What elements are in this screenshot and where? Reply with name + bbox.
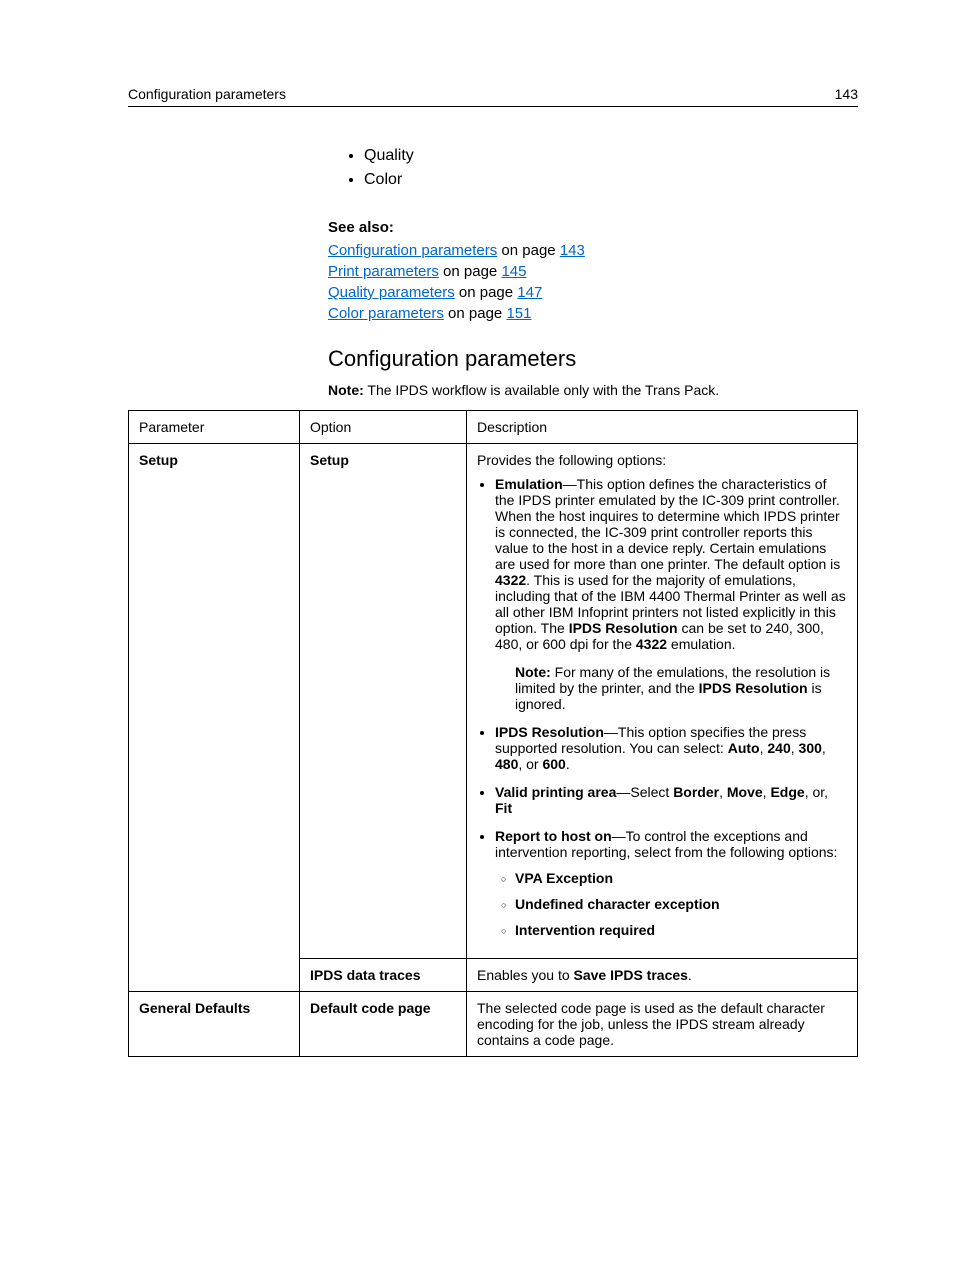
link-page-145[interactable]: 145 bbox=[501, 263, 526, 280]
emulation-ipds-res: IPDS Resolution bbox=[569, 620, 678, 636]
emulation-4322: 4322 bbox=[495, 572, 526, 588]
see-also-connector: on page bbox=[444, 305, 507, 322]
cell-desc-ipds-traces: Enables you to Save IPDS traces. bbox=[467, 959, 858, 992]
table-row-setup: Setup Setup Provides the following optio… bbox=[129, 444, 858, 959]
valid-label: Valid printing area bbox=[495, 784, 616, 800]
th-parameter: Parameter bbox=[129, 411, 300, 444]
section-title: Configuration parameters bbox=[328, 346, 858, 372]
ipdsres-or: , or bbox=[518, 756, 542, 772]
item-report-to-host: Report to host on—To control the excepti… bbox=[495, 828, 847, 938]
table-row-general-defaults: General Defaults Default code page The s… bbox=[129, 992, 858, 1057]
link-quality-parameters[interactable]: Quality parameters bbox=[328, 284, 455, 301]
see-also-line-4: Color parameters on page 151 bbox=[328, 305, 858, 322]
sub-vpa-label: VPA Exception bbox=[515, 870, 613, 886]
cell-desc-default-code-page: The selected code page is used as the de… bbox=[467, 992, 858, 1057]
link-print-parameters[interactable]: Print parameters bbox=[328, 263, 439, 280]
valid-or: , or, bbox=[805, 784, 828, 800]
ipds-traces-text-2: . bbox=[688, 967, 692, 983]
link-configuration-parameters[interactable]: Configuration parameters bbox=[328, 242, 497, 259]
link-color-parameters[interactable]: Color parameters bbox=[328, 305, 444, 322]
item-ipds-resolution: IPDS Resolution—This option specifies th… bbox=[495, 724, 847, 772]
ipdsres-240: 240 bbox=[767, 740, 790, 756]
valid-fit: Fit bbox=[495, 800, 512, 816]
see-also-line-1: Configuration parameters on page 143 bbox=[328, 242, 858, 259]
bullet-quality: Quality bbox=[364, 147, 858, 165]
ipdsres-sep3: , bbox=[822, 740, 826, 756]
top-content: Quality Color See also: Configuration pa… bbox=[328, 147, 858, 398]
setup-options-list: Emulation—This option defines the charac… bbox=[477, 476, 847, 938]
ipdsres-label: IPDS Resolution bbox=[495, 724, 604, 740]
valid-text-1: —Select bbox=[616, 784, 673, 800]
ipdsres-600: 600 bbox=[542, 756, 565, 772]
th-description: Description bbox=[467, 411, 858, 444]
item-valid-printing-area: Valid printing area—Select Border, Move,… bbox=[495, 784, 847, 816]
link-page-147[interactable]: 147 bbox=[517, 284, 542, 301]
cell-option-setup: Setup bbox=[300, 444, 467, 959]
sub-undef-label: Undefined character exception bbox=[515, 896, 720, 912]
emulation-note: Note: For many of the emulations, the re… bbox=[515, 664, 847, 712]
ipds-traces-bold: Save IPDS traces bbox=[574, 967, 688, 983]
link-page-143[interactable]: 143 bbox=[560, 242, 585, 259]
cell-option-ipds-traces: IPDS data traces bbox=[300, 959, 467, 992]
ipdsres-sep2: , bbox=[791, 740, 799, 756]
header-title: Configuration parameters bbox=[128, 86, 286, 102]
emulation-label: Emulation bbox=[495, 476, 563, 492]
cell-option-default-code-page: Default code page bbox=[300, 992, 467, 1057]
emulation-4322b: 4322 bbox=[636, 636, 667, 652]
document-page: Configuration parameters 143 Quality Col… bbox=[0, 0, 954, 1270]
ipdsres-end: . bbox=[566, 756, 570, 772]
cell-desc-setup: Provides the following options: Emulatio… bbox=[467, 444, 858, 959]
note-text: The IPDS workflow is available only with… bbox=[364, 382, 719, 398]
table-header-row: Parameter Option Description bbox=[129, 411, 858, 444]
setup-intro: Provides the following options: bbox=[477, 452, 666, 468]
top-bullet-list: Quality Color bbox=[328, 147, 858, 189]
section-note: Note: The IPDS workflow is available onl… bbox=[328, 382, 858, 398]
ipdsres-auto: Auto bbox=[728, 740, 760, 756]
valid-edge: Edge bbox=[770, 784, 804, 800]
cell-param-setup: Setup bbox=[129, 444, 300, 992]
emulation-note-label: Note: bbox=[515, 664, 551, 680]
ipds-traces-text-1: Enables you to bbox=[477, 967, 574, 983]
sub-interv-label: Intervention required bbox=[515, 922, 655, 938]
ipdsres-480: 480 bbox=[495, 756, 518, 772]
see-also-block: See also: Configuration parameters on pa… bbox=[328, 219, 858, 322]
emulation-text-4: emulation. bbox=[667, 636, 735, 652]
sub-intervention: Intervention required bbox=[515, 922, 847, 938]
see-also-connector: on page bbox=[497, 242, 560, 259]
note-label: Note: bbox=[328, 382, 364, 398]
see-also-line-2: Print parameters on page 145 bbox=[328, 263, 858, 280]
item-emulation: Emulation—This option defines the charac… bbox=[495, 476, 847, 712]
see-also-title: See also: bbox=[328, 219, 858, 236]
th-option: Option bbox=[300, 411, 467, 444]
parameters-table: Parameter Option Description Setup Setup… bbox=[128, 410, 858, 1057]
report-sublist: VPA Exception Undefined character except… bbox=[495, 870, 847, 938]
page-number: 143 bbox=[835, 86, 858, 102]
see-also-connector: on page bbox=[455, 284, 518, 301]
report-label: Report to host on bbox=[495, 828, 612, 844]
page-header: Configuration parameters 143 bbox=[128, 86, 858, 107]
sub-undefined-char: Undefined character exception bbox=[515, 896, 847, 912]
ipdsres-300: 300 bbox=[799, 740, 822, 756]
link-page-151[interactable]: 151 bbox=[506, 305, 531, 322]
valid-border: Border bbox=[673, 784, 719, 800]
emulation-note-bold: IPDS Resolution bbox=[699, 680, 808, 696]
valid-move: Move bbox=[727, 784, 763, 800]
see-also-line-3: Quality parameters on page 147 bbox=[328, 284, 858, 301]
see-also-connector: on page bbox=[439, 263, 502, 280]
valid-sep1: , bbox=[719, 784, 727, 800]
bullet-color: Color bbox=[364, 171, 858, 189]
cell-param-general-defaults: General Defaults bbox=[129, 992, 300, 1057]
sub-vpa-exception: VPA Exception bbox=[515, 870, 847, 886]
